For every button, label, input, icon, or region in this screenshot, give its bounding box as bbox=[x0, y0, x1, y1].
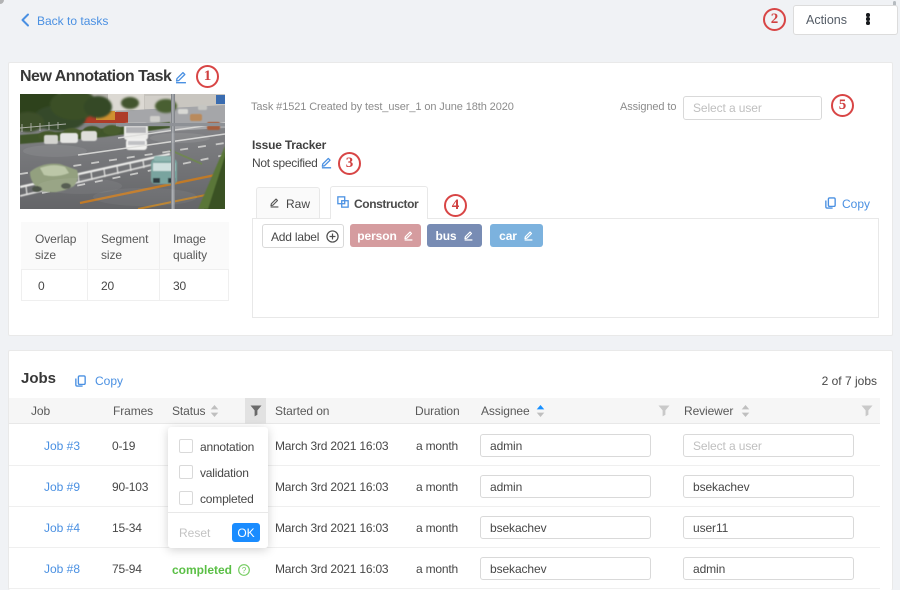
svg-text:?: ? bbox=[242, 566, 247, 575]
